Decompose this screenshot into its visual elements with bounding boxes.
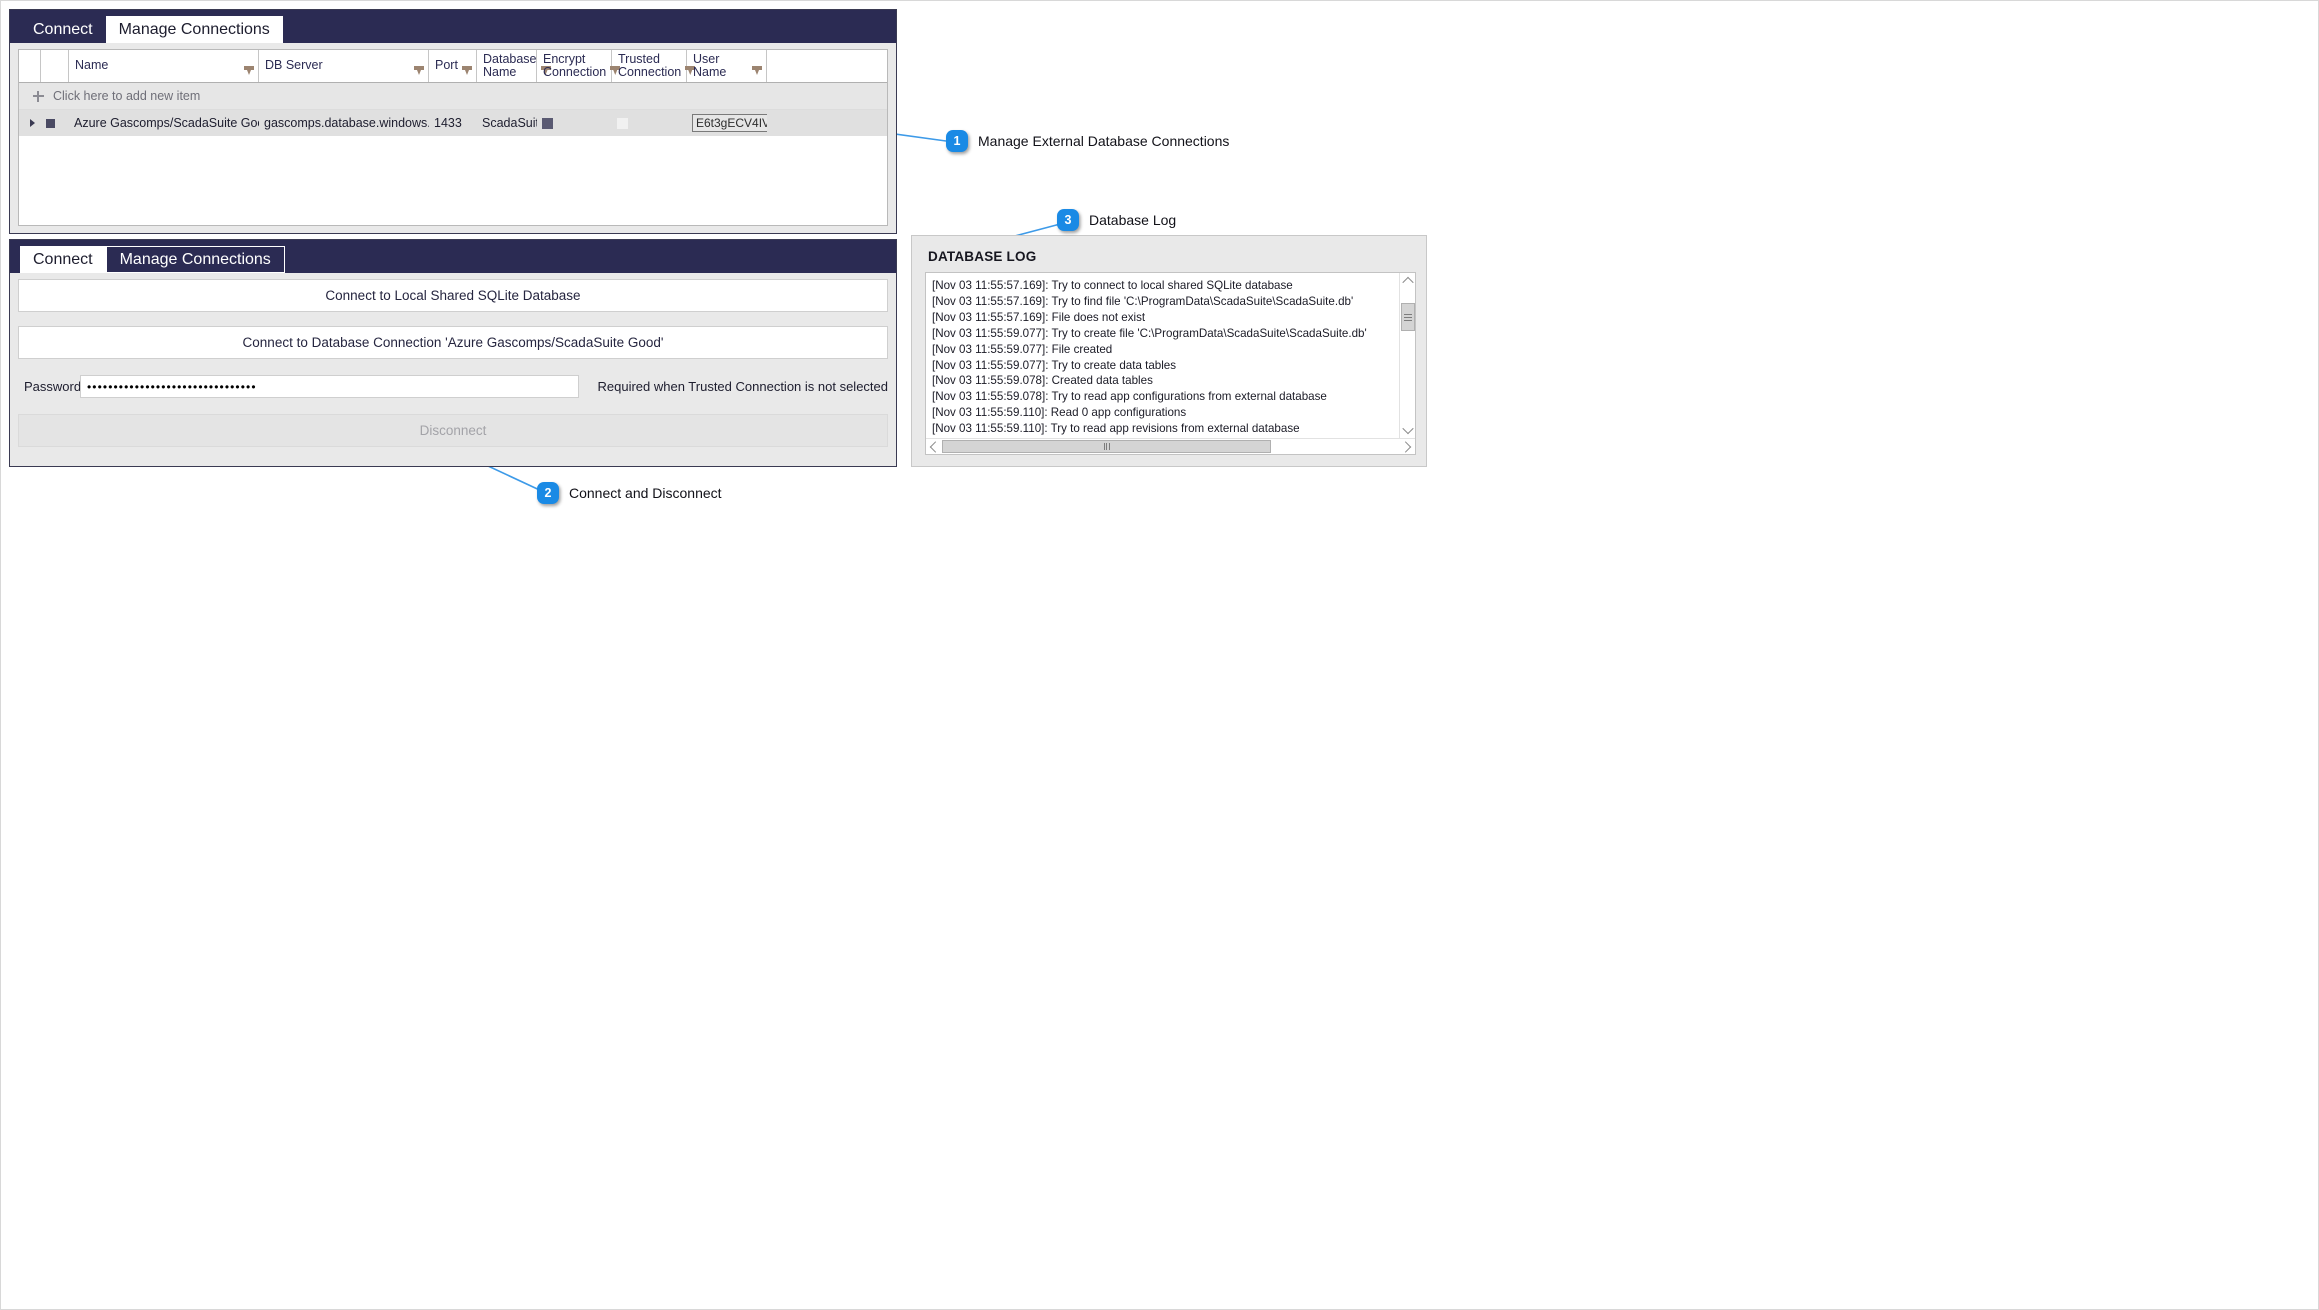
tab-manage-connections-bottom[interactable]: Manage Connections <box>105 246 285 273</box>
chevron-up-icon <box>1401 276 1414 289</box>
grid-col-expander <box>19 50 41 82</box>
grid-col-spacer <box>767 50 887 82</box>
tab-connect-bottom[interactable]: Connect <box>20 246 106 273</box>
connect-panel: Connect Manage Connections Connect to Lo… <box>9 239 897 467</box>
manage-connections-panel: Connect Manage Connections Name DB Serve… <box>9 9 897 234</box>
password-label: Password <box>24 379 82 394</box>
vertical-scroll-thumb[interactable] <box>1401 303 1415 331</box>
connect-panel-body: Connect to Local Shared SQLite Database … <box>18 279 888 458</box>
grid-col-database-name[interactable]: Database Name <box>477 50 551 82</box>
log-line: [Nov 03 11:55:59.110]: Read 0 app config… <box>932 406 1187 420</box>
log-line: [Nov 03 11:55:59.078]: Try to read app c… <box>932 390 1327 404</box>
scroll-down-button[interactable] <box>1400 422 1415 438</box>
log-line: [Nov 03 11:55:59.077]: File created <box>932 342 1113 356</box>
grid-col-db-server-label: DB Server <box>265 58 323 73</box>
grid-col-db-server[interactable]: DB Server <box>259 50 429 82</box>
user-name-value[interactable]: E6t3gECV4IVIe8e <box>692 114 767 132</box>
checkbox-encrypt-connection[interactable] <box>542 117 553 129</box>
log-line: [Nov 03 11:55:59.110]: Try to read app r… <box>932 422 1300 436</box>
grid-col-port[interactable]: Port <box>429 50 477 82</box>
scroll-right-button[interactable] <box>1399 439 1415 455</box>
grid-col-name[interactable]: Name <box>69 50 259 82</box>
add-new-item-label: Click here to add new item <box>53 89 201 103</box>
database-log-panel: DATABASE LOG [Nov 03 11:55:57.169]: Try … <box>911 235 1427 467</box>
database-log-box: [Nov 03 11:55:57.169]: Try to connect to… <box>925 272 1416 455</box>
chevron-left-icon <box>929 440 942 453</box>
password-input[interactable]: •••••••••••••••••••••••••••••••• <box>80 375 580 398</box>
log-line: [Nov 03 11:55:57.169]: File does not exi… <box>932 310 1146 324</box>
plus-icon <box>33 90 44 102</box>
grip-icon <box>1404 312 1412 323</box>
grid-col-encrypt-connection-label: Encrypt Connection <box>543 51 607 79</box>
log-line: [Nov 03 11:55:57.169]: Try to connect to… <box>932 279 1293 292</box>
disconnect-button[interactable]: Disconnect <box>18 414 888 447</box>
grid-header-row: Name DB Server Port Database Name Encryp… <box>19 50 887 83</box>
vertical-scroll-track[interactable] <box>1400 289 1415 422</box>
checkbox-trusted-connection[interactable] <box>617 117 628 129</box>
cell-port[interactable]: 1433 <box>429 110 477 136</box>
grid-empty-area <box>19 136 887 225</box>
connect-external-database-button[interactable]: Connect to Database Connection 'Azure Ga… <box>18 326 888 359</box>
grid-col-trusted-connection-label: Trusted Connection <box>618 51 682 79</box>
cell-name[interactable]: Azure Gascomps/ScadaSuite Good <box>69 110 259 136</box>
cell-database-name[interactable]: ScadaSuite <box>477 110 537 136</box>
scroll-left-button[interactable] <box>926 439 942 455</box>
row-marker-icon <box>46 118 55 128</box>
connect-local-sqlite-button[interactable]: Connect to Local Shared SQLite Database <box>18 279 888 312</box>
connections-grid: Name DB Server Port Database Name Encryp… <box>18 49 888 226</box>
grid-col-user-name-label: User Name <box>693 51 727 79</box>
screenshot-root: Connect Manage Connections Name DB Serve… <box>0 0 2319 1310</box>
grid-col-user-name[interactable]: User Name <box>687 50 767 82</box>
table-row[interactable]: Azure Gascomps/ScadaSuite Good gascomps.… <box>19 110 887 136</box>
row-expander[interactable] <box>19 110 41 136</box>
log-horizontal-scrollbar[interactable] <box>926 438 1415 454</box>
log-line: [Nov 03 11:55:59.077]: Try to create fil… <box>932 326 1367 340</box>
cell-user-name[interactable]: E6t3gECV4IVIe8e <box>687 110 767 136</box>
tab-manage-connections-top[interactable]: Manage Connections <box>105 16 283 43</box>
row-marker[interactable] <box>41 110 69 136</box>
cell-spacer <box>767 110 887 136</box>
tab-connect-top[interactable]: Connect <box>20 16 106 43</box>
grip-icon <box>1103 442 1110 450</box>
log-vertical-scrollbar[interactable] <box>1399 273 1415 438</box>
connect-panel-tabstrip: Connect Manage Connections <box>10 240 896 273</box>
chevron-right-icon <box>30 119 35 127</box>
add-new-item-row[interactable]: Click here to add new item <box>19 83 887 110</box>
grid-col-database-name-label: Database Name <box>483 51 537 79</box>
database-log-viewport: [Nov 03 11:55:57.169]: Try to connect to… <box>926 273 1415 438</box>
password-row: Password •••••••••••••••••••••••••••••••… <box>18 373 888 400</box>
database-log-lines: [Nov 03 11:55:57.169]: Try to connect to… <box>926 273 1399 438</box>
horizontal-scroll-thumb[interactable] <box>942 439 1272 453</box>
log-line: [Nov 03 11:55:59.077]: Try to create dat… <box>932 358 1177 372</box>
chevron-right-icon <box>1399 440 1412 453</box>
manage-panel-tabstrip: Connect Manage Connections <box>10 10 896 43</box>
grid-col-port-label: Port <box>435 58 458 73</box>
grid-col-trusted-connection[interactable]: Trusted Connection <box>612 50 696 82</box>
horizontal-scroll-track[interactable] <box>942 439 1399 455</box>
cell-encrypt-connection[interactable] <box>537 110 612 136</box>
database-log-title: DATABASE LOG <box>928 249 1037 264</box>
cell-trusted-connection[interactable] <box>612 110 687 136</box>
grid-col-marker <box>41 50 69 82</box>
chevron-down-icon <box>1401 422 1414 435</box>
cell-db-server[interactable]: gascomps.database.windows.net <box>259 110 429 136</box>
grid-col-name-label: Name <box>75 58 109 73</box>
log-line: [Nov 03 11:55:59.078]: Created data tabl… <box>932 374 1153 388</box>
scroll-up-button[interactable] <box>1400 273 1415 289</box>
grid-col-encrypt-connection[interactable]: Encrypt Connection <box>537 50 621 82</box>
password-hint: Required when Trusted Connection is not … <box>597 379 888 394</box>
log-line: [Nov 03 11:55:57.169]: Try to find file … <box>932 294 1354 308</box>
